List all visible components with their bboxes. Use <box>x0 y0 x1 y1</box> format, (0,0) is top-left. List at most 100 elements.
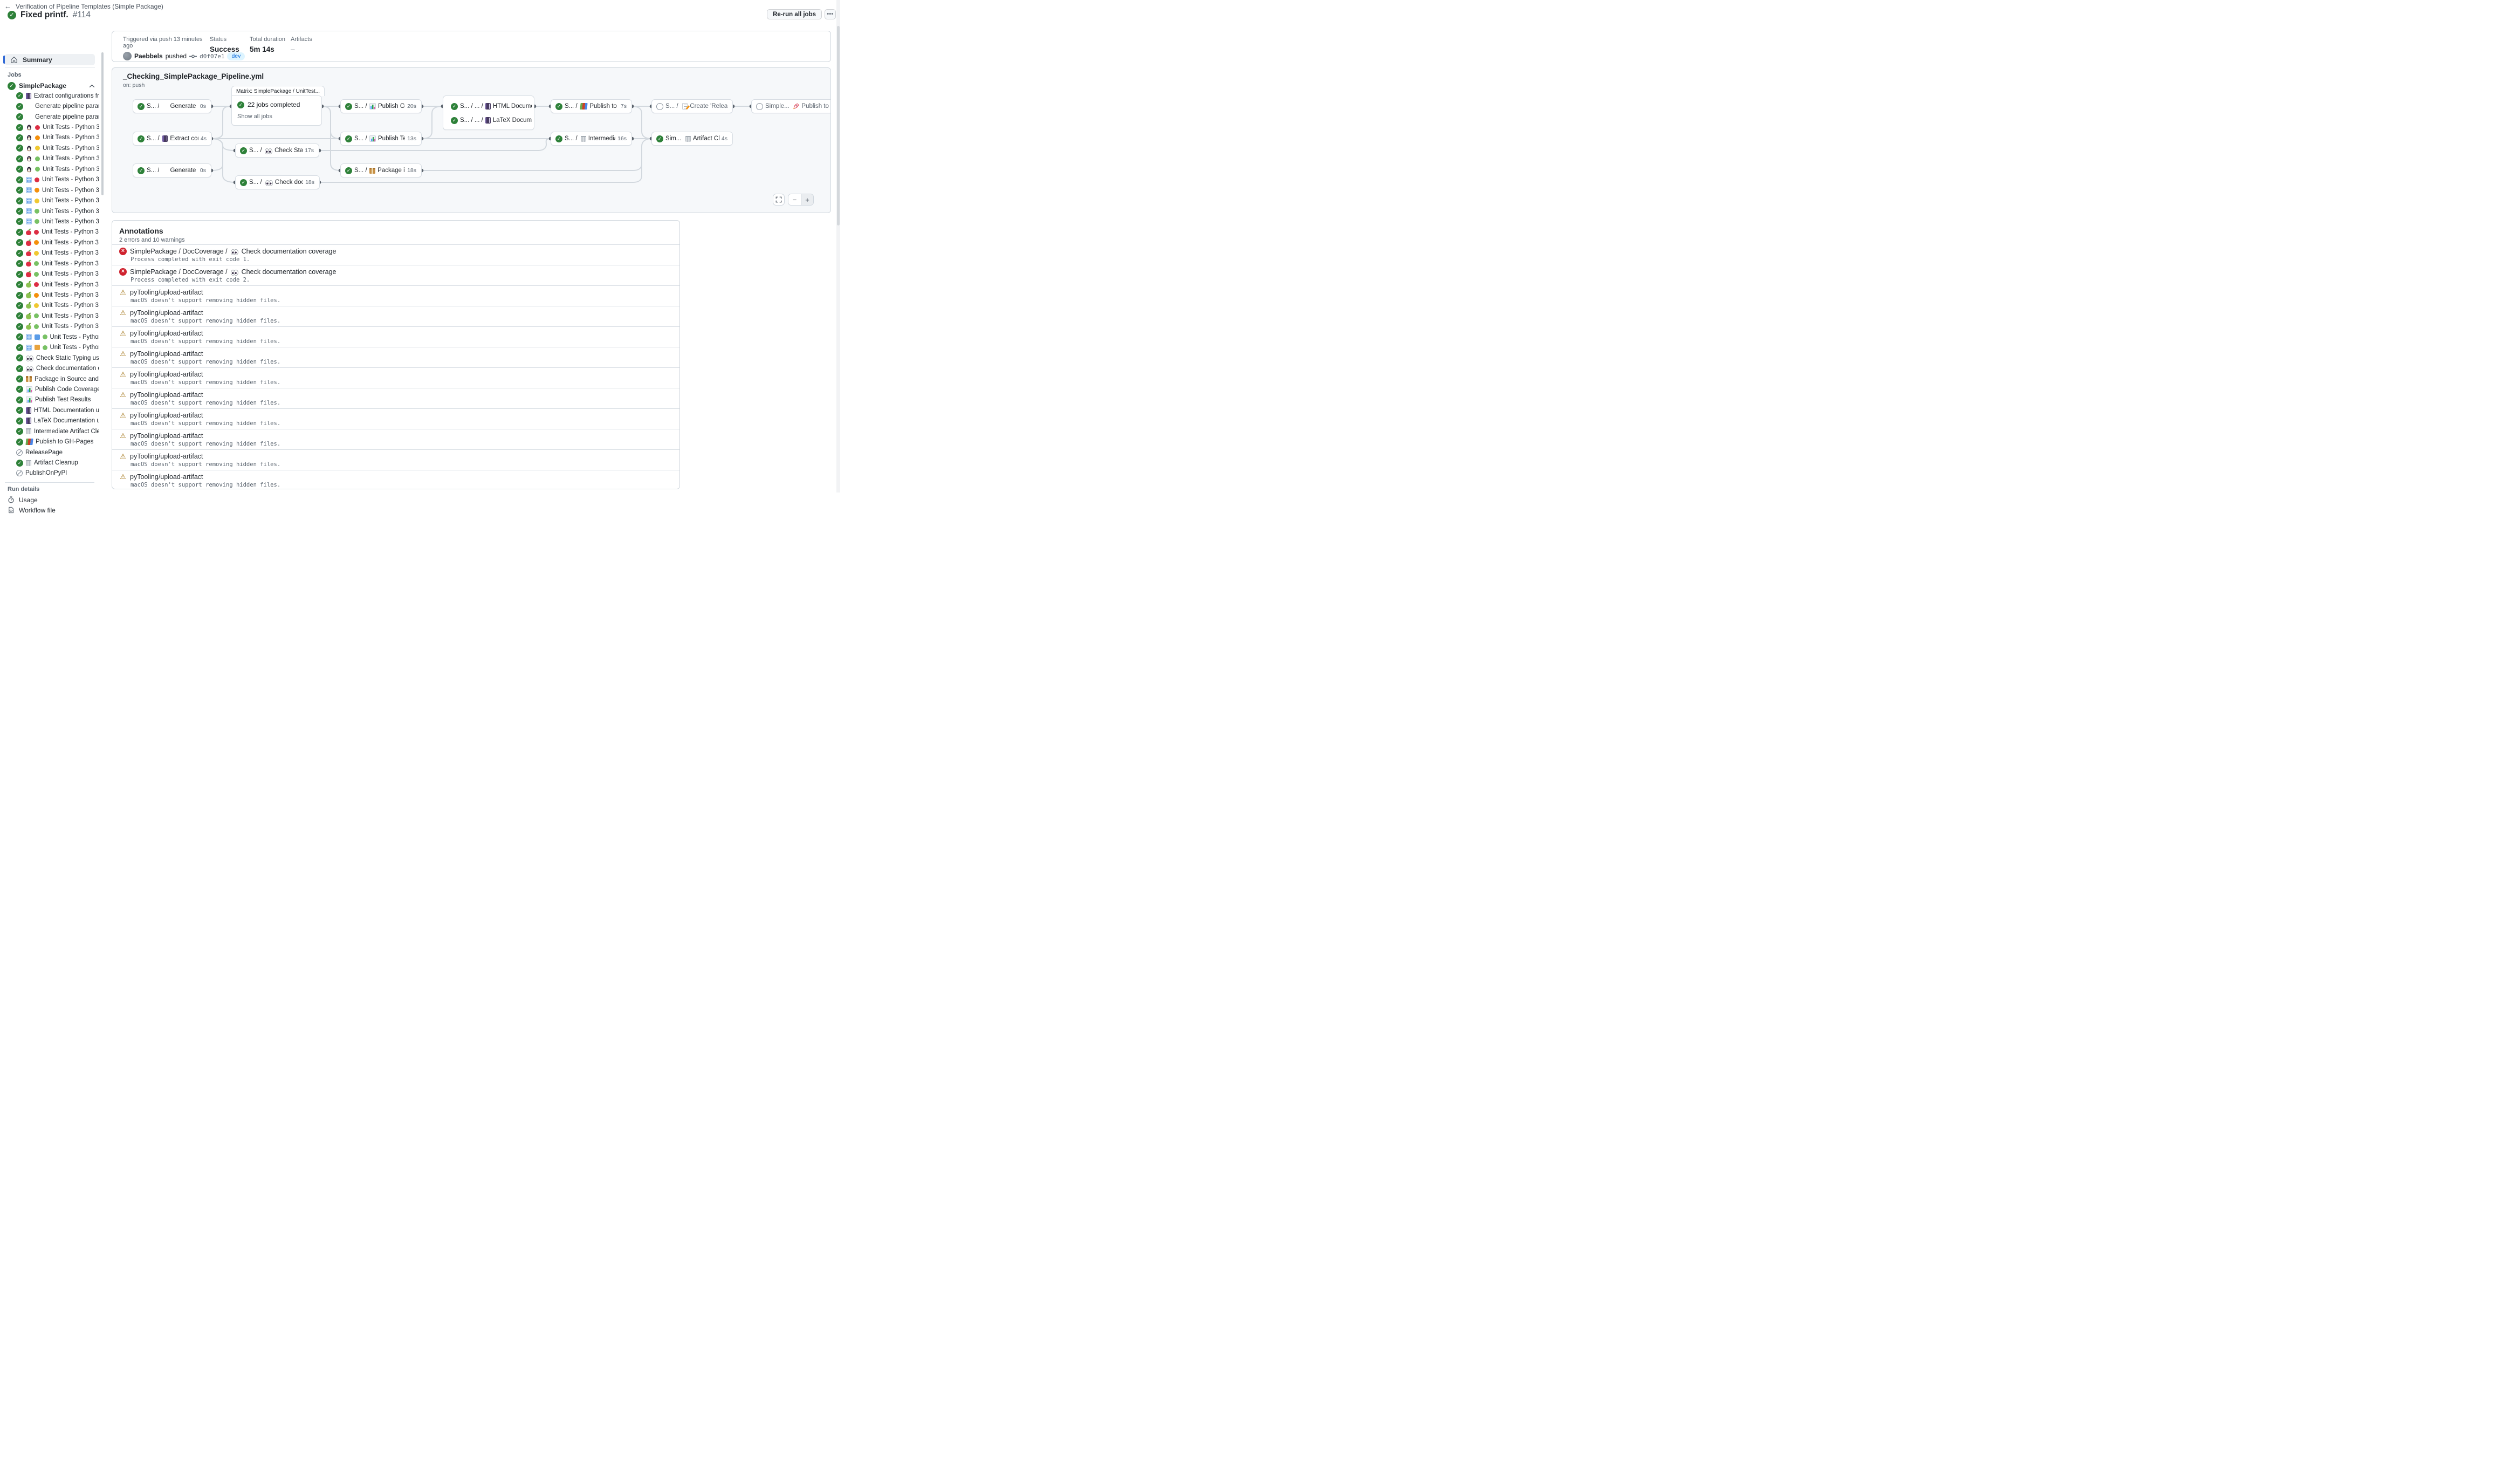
sidebar-job-item[interactable]: Unit Tests - Python 3.13 <box>0 216 99 227</box>
sidebar-job-item[interactable]: Unit Tests - Python 3.10 <box>0 290 99 300</box>
sidebar-job-item[interactable]: Extract configurations from p... <box>0 91 99 101</box>
book-icon <box>26 407 31 414</box>
sidebar-job-item[interactable]: Unit Tests - Python 3.9 <box>0 279 99 290</box>
annotation-title-link[interactable]: ⚠pyTooling/upload-artifact <box>119 289 671 296</box>
sidebar-job-item[interactable]: Generate pipeline parameters <box>0 101 99 111</box>
graph-node-latex-doc[interactable]: S... / ... /LaTeX Docume...51s <box>445 113 532 127</box>
job-label: Package in Source and Wheel... <box>35 376 99 382</box>
page-scrollbar[interactable] <box>836 0 840 493</box>
kebab-menu-button[interactable]: ••• <box>825 9 836 19</box>
sidebar-job-item[interactable]: Unit Tests - Python 3.9 <box>0 122 99 132</box>
sidebar-job-item[interactable]: Package in Source and Wheel... <box>0 374 99 384</box>
annotation-title-link[interactable]: ⚠pyTooling/upload-artifact <box>119 432 671 440</box>
sidebar-job-item[interactable]: Publish to GH-Pages <box>0 436 99 447</box>
sidebar-job-item[interactable]: Publish Code Coverage Results <box>0 384 99 394</box>
warning-icon: ⚠ <box>119 371 127 378</box>
rerun-all-jobs-button[interactable]: Re-run all jobs <box>767 9 822 19</box>
zoom-out-button[interactable]: − <box>788 194 801 205</box>
annotation-title-link[interactable]: ⚠pyTooling/upload-artifact <box>119 350 671 358</box>
graph-fullscreen-button[interactable] <box>773 194 785 206</box>
dot-orange-icon <box>34 240 39 245</box>
graph-node-intermediate-cleanup[interactable]: S... / ... /Intermediate A...16s <box>551 132 632 146</box>
annotation-title-link[interactable]: ⚠pyTooling/upload-artifact <box>119 412 671 419</box>
sidebar-job-item[interactable]: Check Static Typing using Pyt... <box>0 353 99 363</box>
graph-node-artifact-cleanup[interactable]: Sim... / ... /Artifact Cleanup4s <box>651 132 733 146</box>
eyes-icon <box>265 180 273 185</box>
sidebar-job-item[interactable]: Unit Tests - Python 3.12 <box>0 311 99 321</box>
annotation-title-link[interactable]: ⚠pyTooling/upload-artifact <box>119 453 671 460</box>
job-label: Check documentation covera... <box>36 365 99 372</box>
sidebar-job-item[interactable]: LaTeX Documentation using ... <box>0 416 99 426</box>
show-all-jobs-link[interactable]: Show all jobs <box>237 113 272 120</box>
apple-red-icon <box>26 251 31 257</box>
sidebar-job-item[interactable]: ReleasePage <box>0 447 99 457</box>
job-label: Unit Tests - Python 3.10 <box>42 240 99 246</box>
graph-node-check-doc[interactable]: S... / ... /Check docume...18s <box>235 175 320 189</box>
graph-node-publish-pypi[interactable]: Simple... / ... /Publish to PyPI <box>751 99 831 113</box>
annotation-title-link[interactable]: SimplePackage / DocCoverage /Check docum… <box>119 248 671 255</box>
sidebar-job-item[interactable]: Unit Tests - Python 3.11 <box>0 248 99 258</box>
sidebar-job-item[interactable]: Unit Tests - Python 3.12 <box>0 206 99 216</box>
node-path-prefix: S... / ... / <box>460 117 483 124</box>
annotation-title-link[interactable]: ⚠pyTooling/upload-artifact <box>119 309 671 317</box>
sidebar-item-workflow-file[interactable]: Workflow file <box>0 505 99 515</box>
sidebar-job-item[interactable]: Unit Tests - Python 3.13 <box>0 269 99 279</box>
sidebar-job-item[interactable]: Generate pipeline parameters <box>0 112 99 122</box>
dot-green-icon <box>34 261 39 266</box>
graph-node-publish-codecov[interactable]: S... / ... /Publish Code C...20s <box>340 99 422 113</box>
sidebar-job-item[interactable]: Unit Tests - Python 3.13 <box>0 164 99 174</box>
sidebar-job-item[interactable]: Publish Test Results <box>0 395 99 405</box>
actions-run-page: { "header": { "back_label": "Verificatio… <box>0 0 840 493</box>
avatar[interactable] <box>123 52 132 60</box>
zoom-in-button[interactable]: + <box>801 194 813 205</box>
sidebar-scrollbar-thumb[interactable] <box>101 52 104 195</box>
sidebar-job-item[interactable]: Artifact Cleanup <box>0 457 99 468</box>
graph-node-html-doc[interactable]: S... / ... /HTML Docume...55s <box>445 99 532 113</box>
annotation-title-link[interactable]: ⚠pyTooling/upload-artifact <box>119 330 671 337</box>
graph-node-generate-params-1[interactable]: S... / ... /Generate pipelin...0s <box>133 99 211 113</box>
breadcrumb-back-link[interactable]: ← Verification of Pipeline Templates (Si… <box>4 2 163 10</box>
sidebar-job-item[interactable]: Unit Tests - Python 3.11 <box>0 143 99 153</box>
sidebar-job-item[interactable]: Check documentation covera... <box>0 363 99 373</box>
graph-node-check-static[interactable]: S... / ... /Check Static Ty...17s <box>235 143 319 158</box>
annotation-title-link[interactable]: SimplePackage / DocCoverage /Check docum… <box>119 268 671 276</box>
annotation-title-link[interactable]: ⚠pyTooling/upload-artifact <box>119 391 671 399</box>
graph-node-publish-test[interactable]: S... / ... /Publish Test Re...13s <box>340 132 422 146</box>
matrix-group-node[interactable]: 22 jobs completed Show all jobs <box>231 95 322 126</box>
sidebar-job-item[interactable]: Unit Tests - Python 3.9 <box>0 227 99 237</box>
group-name: SimplePackage <box>19 82 66 90</box>
trash-icon <box>685 136 691 142</box>
warning-icon: ⚠ <box>119 289 127 296</box>
sidebar-job-item[interactable]: HTML Documentation using ... <box>0 405 99 415</box>
sidebar-job-item[interactable]: Unit Tests - Python 3.9 <box>0 175 99 185</box>
sidebar-job-item[interactable]: Unit Tests - Python 3.12 <box>0 154 99 164</box>
job-label: Unit Tests - Python 3.12 <box>42 261 99 267</box>
sidebar-job-item[interactable]: Unit Tests - Python 3.11 <box>0 195 99 206</box>
sidebar-job-item[interactable]: Unit Tests - Python 3.10 <box>0 237 99 248</box>
graph-node-generate-params-2[interactable]: S... / ... /Generate pipelin...0s <box>133 163 211 177</box>
graph-node-package-source[interactable]: S... / ... /Package in Sou...18s <box>340 163 422 177</box>
graph-node-extract-config[interactable]: S... / ... /Extract configur...4s <box>133 132 212 146</box>
sidebar-job-item[interactable]: Unit Tests - Python 3.13 <box>0 322 99 332</box>
sidebar-job-item[interactable]: Unit Tests - Python 3.12 <box>0 343 99 353</box>
matrix-success-icon <box>237 101 244 108</box>
actor-login[interactable]: Paebbels <box>134 52 163 60</box>
graph-node-create-release[interactable]: S... / ... /Create 'Release Pa... <box>651 99 733 113</box>
sidebar-job-item[interactable]: Unit Tests - Python 3.11 <box>0 300 99 311</box>
sidebar-item-usage[interactable]: Usage <box>0 495 99 505</box>
sidebar-job-item[interactable]: Unit Tests - Python 3.10 <box>0 133 99 143</box>
sidebar-job-item[interactable]: PublishOnPyPI <box>0 468 99 478</box>
annotation-title-link[interactable]: ⚠pyTooling/upload-artifact <box>119 473 671 481</box>
sidebar-job-item[interactable]: Unit Tests - Python 3.12 <box>0 258 99 269</box>
chevron-up-icon[interactable] <box>89 84 95 88</box>
sidebar-job-item[interactable]: Unit Tests - Python 3.10 <box>0 185 99 195</box>
sidebar-job-item[interactable]: Intermediate Artifact Cleanup <box>0 426 99 436</box>
page-scrollbar-thumb[interactable] <box>837 26 840 225</box>
sidebar-job-item[interactable]: Unit Tests - Python 3.12 <box>0 332 99 342</box>
sidebar-item-summary[interactable]: Summary <box>5 54 95 65</box>
graph-node-publish-ghpages[interactable]: S... / ... /Publish to GH-P...7s <box>551 99 632 113</box>
sidebar-group-simplepackage[interactable]: SimplePackage <box>8 81 95 91</box>
workflow-trigger: on: push <box>123 82 145 88</box>
check-icon <box>16 428 23 435</box>
annotation-title-link[interactable]: ⚠pyTooling/upload-artifact <box>119 371 671 378</box>
